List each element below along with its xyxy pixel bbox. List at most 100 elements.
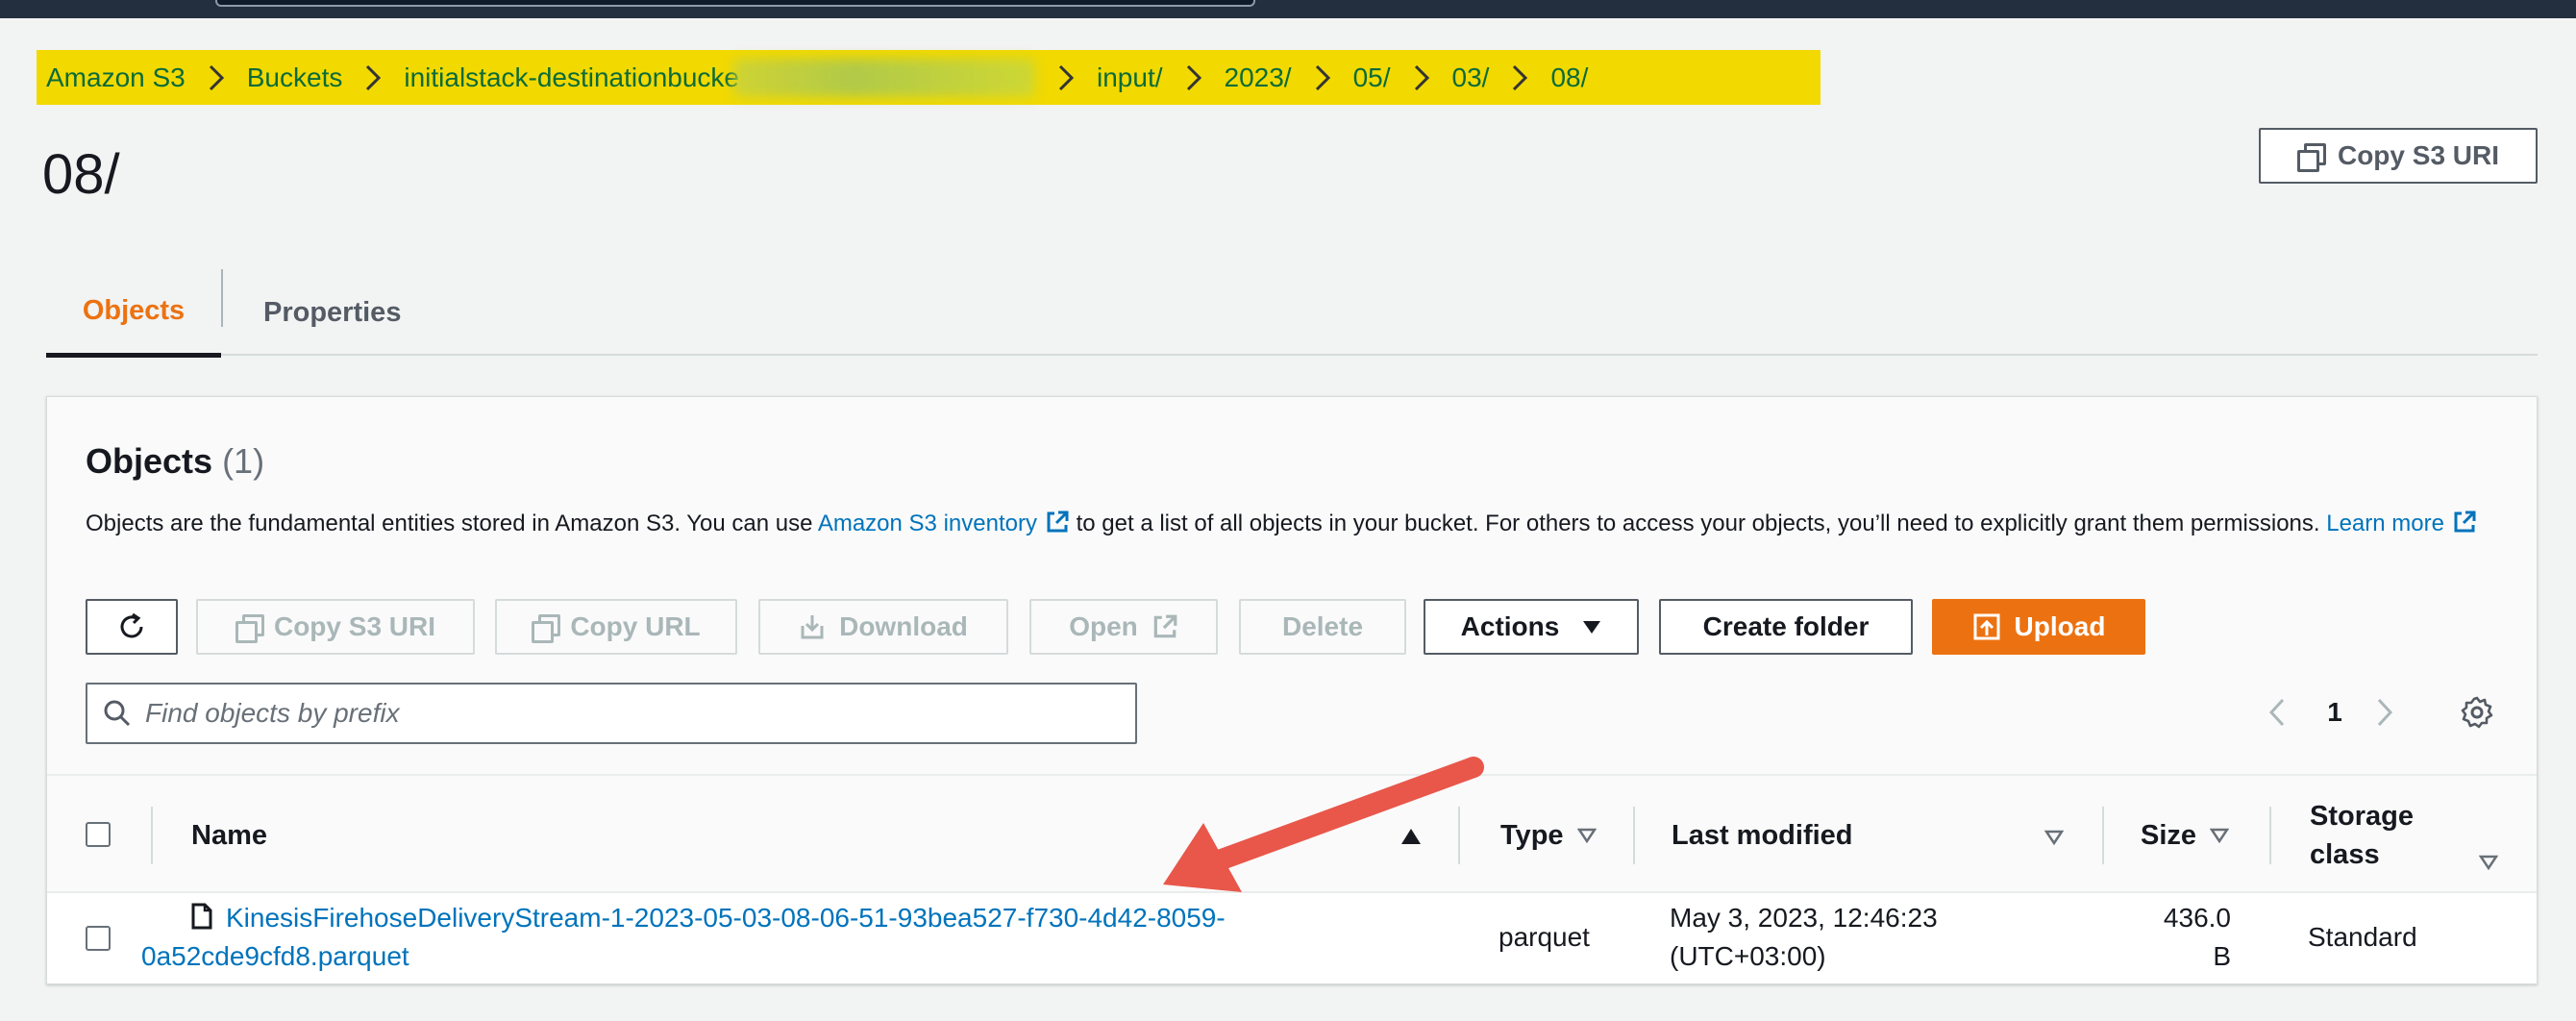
chevron-right-icon — [1035, 63, 1097, 92]
chevron-right-icon — [1391, 63, 1452, 92]
object-type-cell: parquet — [1499, 922, 1590, 952]
objects-description: Objects are the fundamental entities sto… — [86, 505, 2508, 543]
copy-s3-uri-header-button[interactable]: Copy S3 URI — [2259, 128, 2538, 184]
object-size-cell: 436.0 B — [2162, 899, 2231, 976]
copy-url-button[interactable]: Copy URL — [495, 599, 737, 655]
copy-s3-uri-label: Copy S3 URI — [2337, 140, 2500, 170]
next-page-button[interactable] — [2365, 685, 2404, 739]
file-icon — [191, 903, 212, 930]
objects-panel: Objects (1) Objects are the fundamental … — [46, 396, 2538, 984]
chevron-right-icon — [1292, 63, 1353, 92]
object-storage-class-cell: Standard — [2308, 922, 2417, 952]
copy-s3-uri-button[interactable]: Copy S3 URI — [196, 599, 475, 655]
objects-heading: Objects — [86, 441, 213, 481]
column-header-name[interactable]: Name — [191, 776, 267, 895]
description-text-2: to get a list of all objects in your buc… — [1069, 510, 2327, 536]
gear-icon — [2461, 696, 2493, 729]
object-name-link[interactable]: KinesisFirehoseDeliveryStream-1-2023-05-… — [226, 903, 1226, 933]
column-size-label: Size — [2141, 819, 2197, 851]
refresh-icon — [120, 612, 143, 638]
external-link-icon — [2454, 510, 2476, 533]
copy-icon — [235, 614, 264, 643]
breadcrumb-bucket-name[interactable]: initialstack-destinationbucke — [404, 62, 739, 93]
download-button-label: Download — [839, 611, 968, 641]
create-folder-button[interactable]: Create folder — [1659, 599, 1913, 655]
column-separator — [2102, 807, 2104, 864]
breadcrumb-08: 08/ — [1550, 62, 1589, 92]
download-icon — [801, 615, 824, 639]
open-button-label: Open — [1069, 611, 1138, 641]
breadcrumb-input[interactable]: input/ — [1097, 62, 1163, 93]
object-last-modified-cell: May 3, 2023, 12:46:23 (UTC+03:00) — [1670, 899, 1938, 976]
tab-bar: Objects Properties — [46, 269, 2538, 358]
copy-icon — [2296, 143, 2326, 172]
size-unit: B — [2213, 941, 2231, 971]
find-objects-input[interactable] — [145, 698, 1087, 729]
table-preferences-button[interactable] — [2458, 685, 2496, 739]
column-header-last-modified[interactable]: Last modified — [1672, 776, 1853, 895]
breadcrumb-amazon-s3[interactable]: Amazon S3 — [46, 62, 186, 93]
copy-s3-uri-button-label: Copy S3 URI — [273, 611, 436, 641]
external-link-icon — [1047, 510, 1069, 533]
s3-inventory-link[interactable]: Amazon S3 inventory — [818, 510, 1070, 536]
select-all-checkbox[interactable] — [86, 822, 111, 847]
column-header-type[interactable]: Type — [1500, 776, 1597, 895]
chevron-right-icon — [186, 63, 247, 92]
column-separator — [1458, 807, 1460, 864]
actions-dropdown-button[interactable]: Actions — [1424, 599, 1639, 655]
breadcrumb-buckets[interactable]: Buckets — [247, 62, 343, 93]
breadcrumb-05[interactable]: 05/ — [1353, 62, 1391, 93]
global-search-box[interactable] — [215, 0, 1255, 7]
download-button[interactable]: Download — [758, 599, 1008, 655]
column-header-size[interactable]: Size — [2141, 776, 2230, 895]
objects-table-header: Name Type Last modified Size Storage cla… — [47, 774, 2537, 893]
chevron-right-icon — [1163, 63, 1225, 92]
breadcrumb: Amazon S3 Buckets initialstack-destinati… — [37, 50, 1821, 105]
sort-down-icon[interactable] — [2044, 830, 2064, 845]
objects-panel-title: Objects (1) — [86, 441, 264, 482]
page-title: 08/ — [42, 143, 120, 206]
breadcrumb-03[interactable]: 03/ — [1452, 62, 1490, 93]
copy-icon — [532, 614, 561, 643]
column-name-label: Name — [191, 819, 267, 851]
column-header-storage-class[interactable]: Storage class — [2310, 776, 2425, 895]
chevron-right-icon — [2377, 698, 2393, 727]
refresh-button[interactable] — [86, 599, 178, 655]
tab-divider — [221, 269, 223, 327]
sort-down-icon — [1576, 828, 1597, 843]
object-name-link-continued[interactable]: 0a52cde9cfd8.parquet — [141, 937, 409, 976]
search-icon — [104, 700, 131, 727]
tab-objects-label: Objects — [82, 295, 186, 326]
external-link-icon — [1153, 614, 1177, 638]
objects-count: (1) — [222, 441, 265, 481]
page-number-current[interactable]: 1 — [2316, 685, 2354, 739]
chevron-left-icon — [2268, 698, 2285, 727]
upload-icon — [1973, 613, 2000, 640]
upload-button[interactable]: Upload — [1932, 599, 2145, 655]
breadcrumb-2023[interactable]: 2023/ — [1225, 62, 1292, 93]
tab-properties[interactable]: Properties — [263, 269, 401, 356]
learn-more-link[interactable]: Learn more — [2326, 510, 2477, 536]
delete-button[interactable]: Delete — [1239, 599, 1406, 655]
sort-ascending-icon[interactable] — [1400, 828, 1422, 845]
sort-down-icon — [2210, 828, 2230, 843]
chevron-right-icon — [1489, 63, 1550, 92]
last-modified-date: May 3, 2023, 12:46:23 — [1670, 903, 1938, 933]
redacted-bucket-suffix — [733, 58, 1035, 97]
open-button[interactable]: Open — [1029, 599, 1218, 655]
object-name-cell: KinesisFirehoseDeliveryStream-1-2023-05-… — [141, 899, 1364, 976]
column-type-label: Type — [1500, 819, 1564, 851]
caret-down-icon — [1583, 621, 1601, 634]
top-navigation-bar — [0, 0, 2576, 18]
column-separator — [1633, 807, 1635, 864]
upload-button-label: Upload — [2014, 611, 2106, 641]
previous-page-button[interactable] — [2258, 685, 2296, 739]
s3-inventory-link-label: Amazon S3 inventory — [817, 510, 1037, 536]
sort-down-icon[interactable] — [2479, 855, 2498, 870]
row-checkbox[interactable] — [86, 926, 111, 951]
description-text-1: Objects are the fundamental entities sto… — [86, 510, 818, 536]
size-value: 436.0 — [2163, 903, 2231, 933]
tab-objects[interactable]: Objects — [46, 269, 221, 358]
delete-button-label: Delete — [1281, 611, 1364, 641]
create-folder-button-label: Create folder — [1702, 611, 1870, 641]
